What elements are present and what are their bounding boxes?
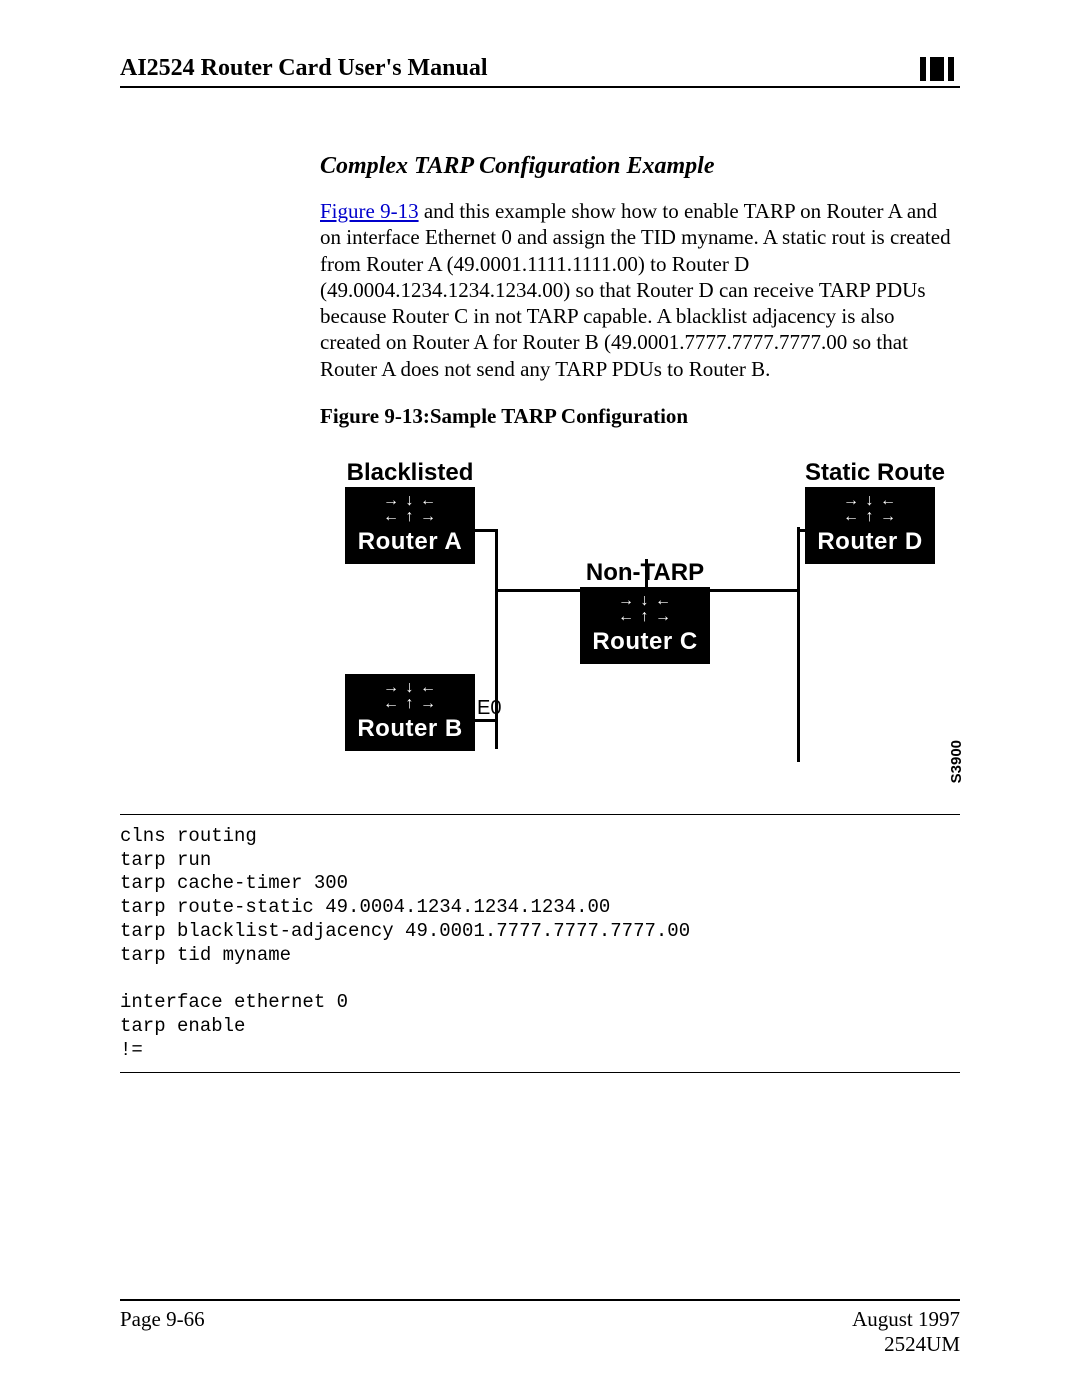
router-b-icon: → ↓ ←← ↑ → Router B <box>345 674 475 751</box>
figure-caption: Figure 9-13:Sample TARP Configuration <box>320 404 960 429</box>
label-blacklisted: Blacklisted <box>345 459 475 487</box>
config-code-block: clns routing tarp run tarp cache-timer 3… <box>120 814 960 1074</box>
router-a-icon: → ↓ ←← ↑ → Router A <box>345 487 475 564</box>
header-title: AI2524 Router Card User's Manual <box>120 55 488 82</box>
router-c-name: Router C <box>582 628 708 656</box>
page-footer: Page 9-66 August 1997 2524UM <box>120 1299 960 1357</box>
label-static-route: Static Route <box>805 459 935 487</box>
section-body: Figure 9-13 and this example show how to… <box>320 198 960 382</box>
figure-link[interactable]: Figure 9-13 <box>320 199 419 223</box>
router-b-name: Router B <box>347 715 473 743</box>
footer-date: August 1997 <box>852 1307 960 1332</box>
diagram-code-number: S3900 <box>948 740 965 783</box>
section-body-text: and this example show how to enable TARP… <box>320 199 951 381</box>
label-non-tarp: Non-TARP <box>580 559 710 587</box>
footer-page-number: Page 9-66 <box>120 1307 205 1357</box>
page-header: AI2524 Router Card User's Manual <box>120 55 960 88</box>
brand-logo-icon <box>920 57 960 81</box>
section-title: Complex TARP Configuration Example <box>320 153 960 180</box>
router-d-name: Router D <box>807 528 933 556</box>
interface-e0-label: E0 <box>477 697 501 720</box>
footer-doc-id: 2524UM <box>852 1332 960 1357</box>
router-d-icon: → ↓ ←← ↑ → Router D <box>805 487 935 564</box>
router-a-name: Router A <box>347 528 473 556</box>
router-c-icon: → ↓ ←← ↑ → Router C <box>580 587 710 664</box>
tarp-diagram: Blacklisted → ↓ ←← ↑ → Router A Static R… <box>345 459 935 794</box>
